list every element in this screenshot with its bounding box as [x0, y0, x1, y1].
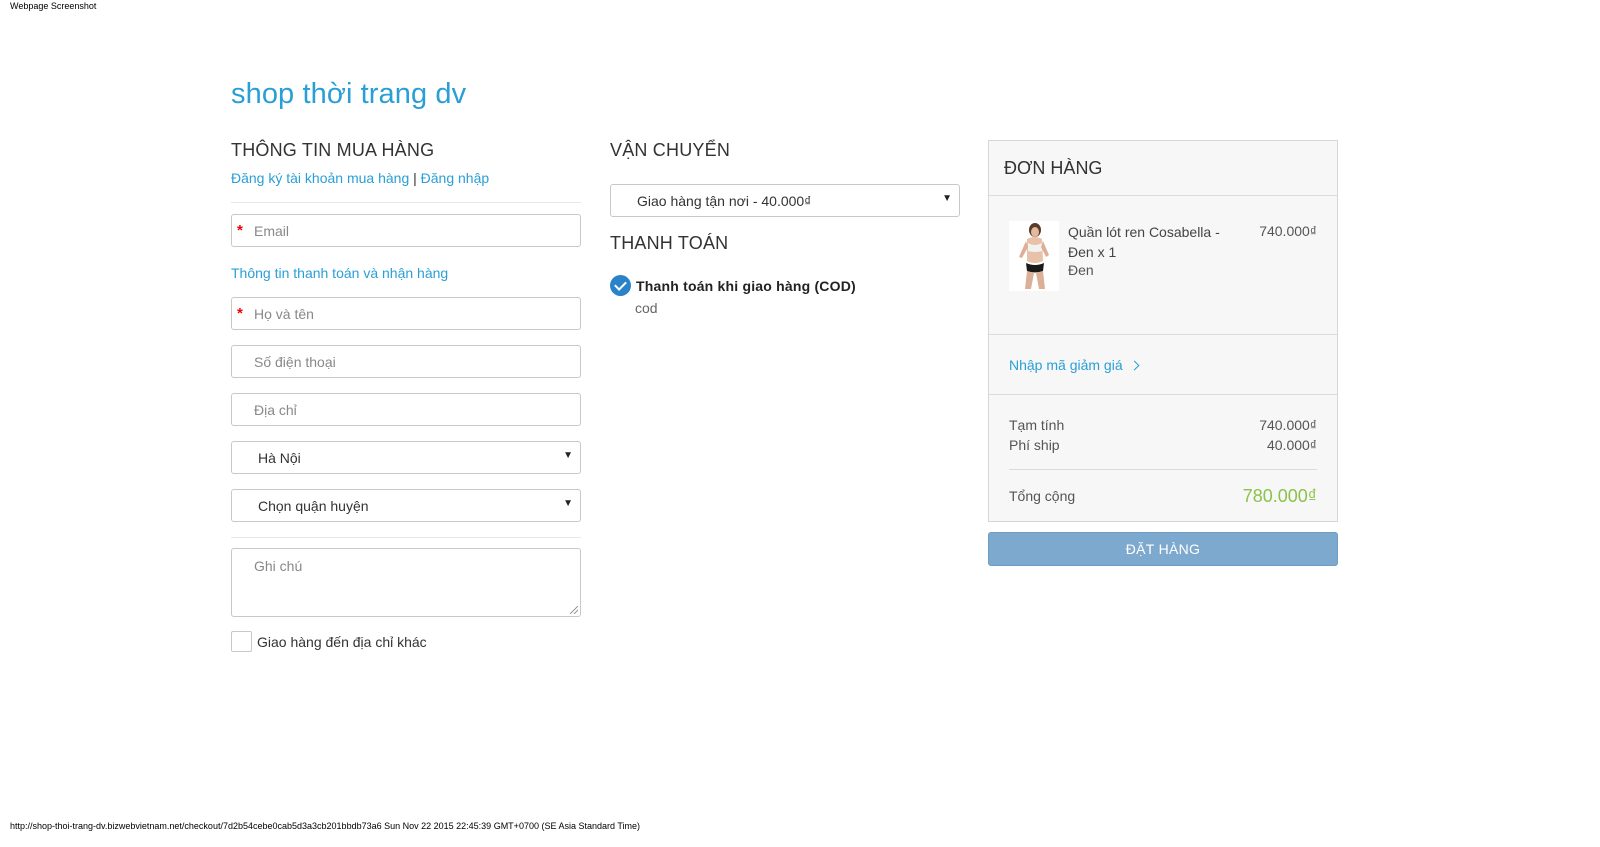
print-footer: http://shop-thoi-trang-dv.bizwebvietnam.… [10, 821, 641, 831]
buyer-info-section: THÔNG TIN MUA HÀNG Đăng ký tài khoản mua… [231, 140, 581, 652]
alt-address-option[interactable]: Giao hàng đến địa chỉ khác [231, 631, 427, 652]
order-summary: ĐƠN HÀNG Quần lót ren Cosabella - Đen x … [988, 140, 1338, 522]
link-separator: | [413, 170, 417, 186]
name-field[interactable]: * Họ và tên [231, 297, 581, 330]
phone-field[interactable]: Số điện thoại [231, 345, 581, 378]
district-select[interactable]: Chọn quận huyện ▼ [231, 489, 581, 522]
alt-address-label: Giao hàng đến địa chỉ khác [257, 633, 427, 650]
buyer-info-title: THÔNG TIN MUA HÀNG [231, 140, 435, 160]
email-field[interactable]: * Email [231, 214, 581, 247]
city-select[interactable]: Hà Nội ▼ [231, 441, 581, 474]
shipping-method-value: Giao hàng tận nơi - 40.000₫ [637, 193, 812, 209]
print-header: Webpage Screenshot [10, 1, 97, 11]
name-placeholder: Họ và tên [254, 306, 314, 322]
subtotal-label: Tạm tính [1009, 417, 1065, 433]
discount-link-label: Nhập mã giảm giá [1009, 357, 1123, 373]
shipping-fee-value: 40.000₫ [1266, 437, 1317, 453]
divider [989, 334, 1337, 335]
select-caret-icon: ▼ [563, 498, 573, 509]
shipping-fee-label: Phí ship [1009, 437, 1060, 453]
shipping-payment-section: VẬN CHUYỂN Giao hàng tận nơi - 40.000₫ ▼… [610, 140, 960, 316]
note-textarea[interactable]: Ghi chú [231, 548, 581, 617]
check-circle-icon[interactable] [610, 275, 631, 296]
total-value: 780.000₫ [1242, 486, 1317, 506]
account-links: Đăng ký tài khoản mua hàng | Đăng nhập [231, 170, 581, 186]
divider [989, 394, 1337, 395]
select-caret-icon: ▼ [563, 450, 573, 461]
note-placeholder: Ghi chú [254, 558, 303, 574]
total-label: Tổng cộng [1009, 488, 1076, 504]
billing-info-link[interactable]: Thông tin thanh toán và nhận hàng [231, 265, 448, 281]
subtotal-value: 740.000₫ [1259, 417, 1317, 433]
divider [231, 537, 581, 538]
phone-placeholder: Số điện thoại [254, 354, 336, 370]
product-thumbnail [1009, 221, 1059, 291]
district-value: Chọn quận huyện [258, 498, 369, 514]
resize-grip-icon[interactable] [570, 606, 578, 614]
shop-title[interactable]: shop thời trang dv [231, 78, 466, 111]
payment-method-label: Thanh toán khi giao hàng (COD) [636, 278, 856, 294]
login-link[interactable]: Đăng nhập [421, 170, 490, 186]
select-caret-icon: ▼ [942, 193, 952, 204]
divider [989, 195, 1337, 196]
shipping-title: VẬN CHUYỂN [610, 140, 731, 160]
product-name: Quần lót ren Cosabella - Đen x 1 [1068, 224, 1220, 260]
discount-code-link[interactable]: Nhập mã giảm giá [1009, 357, 1140, 373]
chevron-right-icon [1129, 360, 1140, 371]
payment-method-desc: cod [635, 300, 658, 316]
alt-address-checkbox[interactable] [231, 631, 252, 652]
shipping-method-select[interactable]: Giao hàng tận nơi - 40.000₫ ▼ [610, 184, 960, 217]
product-variant: Đen [1068, 262, 1094, 278]
divider [231, 202, 581, 203]
order-title: ĐƠN HÀNG [1004, 158, 1103, 178]
email-placeholder: Email [254, 223, 290, 239]
address-placeholder: Địa chỉ [254, 402, 297, 418]
register-link[interactable]: Đăng ký tài khoản mua hàng [231, 170, 409, 186]
divider [1009, 469, 1317, 470]
place-order-button[interactable]: ĐẶT HÀNG [988, 532, 1338, 566]
address-field[interactable]: Địa chỉ [231, 393, 581, 426]
required-mark: * [237, 222, 243, 239]
required-mark: * [237, 305, 243, 322]
product-price: 740.000₫ [1259, 223, 1317, 239]
payment-title: THANH TOÁN [610, 233, 729, 253]
city-value: Hà Nội [258, 450, 301, 466]
